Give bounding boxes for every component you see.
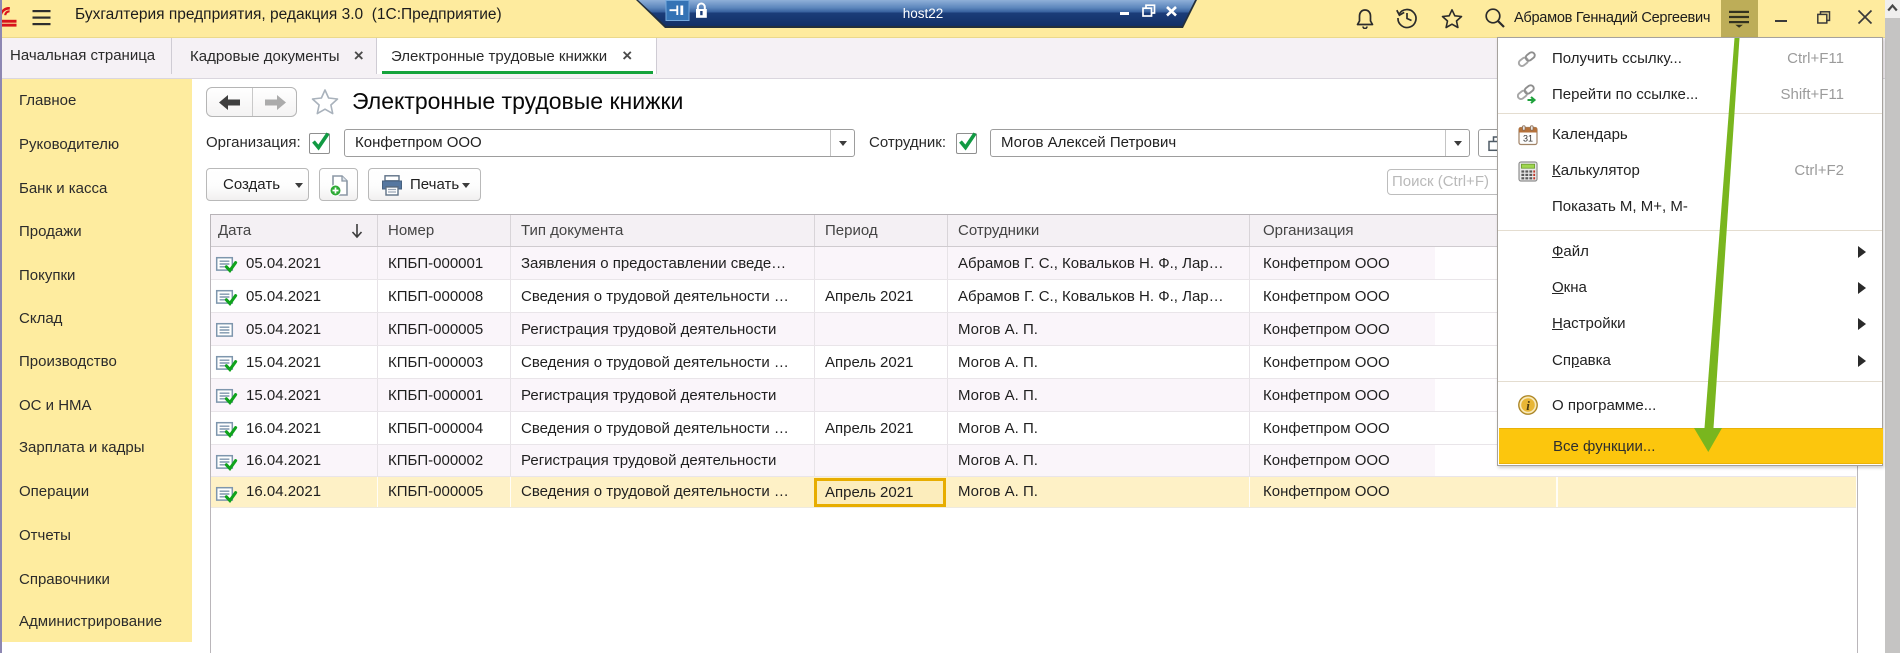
svg-text:i: i — [1526, 398, 1530, 413]
svg-text:31: 31 — [1523, 134, 1533, 144]
svg-text:host22: host22 — [903, 6, 944, 21]
